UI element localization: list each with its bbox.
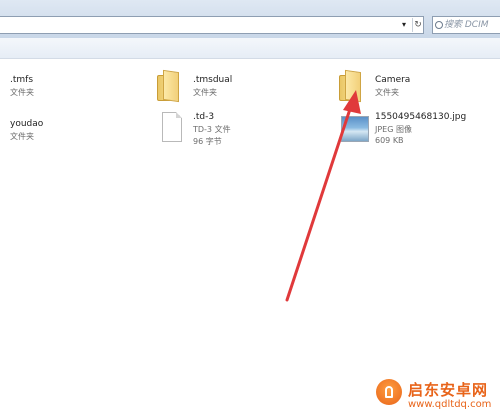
watermark-title: 启东安卓网 [408, 381, 489, 399]
watermark-url: www.qdltdq.com [408, 399, 492, 410]
annotation-arrow [285, 90, 361, 302]
watermark: 启东安卓网 www.qdltdq.com [372, 375, 496, 413]
watermark-logo-icon [376, 379, 402, 405]
